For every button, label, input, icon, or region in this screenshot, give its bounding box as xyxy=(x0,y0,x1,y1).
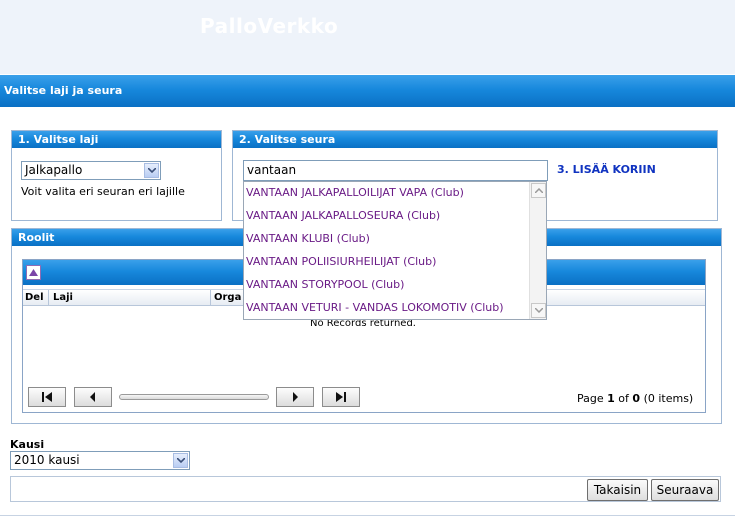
page-title: Valitse laji ja seura xyxy=(4,84,123,97)
pager-current: 1 xyxy=(607,392,615,405)
club-search-input[interactable]: vantaan xyxy=(243,160,548,181)
season-label: Kausi xyxy=(10,438,45,451)
chevron-down-icon[interactable] xyxy=(144,163,159,178)
bottom-divider xyxy=(0,515,735,516)
last-page-button[interactable] xyxy=(322,387,360,407)
column-organization[interactable]: Orga xyxy=(214,290,241,305)
next-button[interactable]: Seuraava xyxy=(651,479,719,501)
club-autocomplete-list xyxy=(243,181,547,320)
season-select-value: 2010 kausi xyxy=(14,453,80,467)
first-page-button[interactable] xyxy=(28,387,66,407)
sport-hint: Voit valita eri seuran eri lajille xyxy=(21,185,185,198)
suggestion-item[interactable]: VANTAAN JALKAPALLOILIJAT VAPA (Club) xyxy=(246,186,464,199)
previous-page-button[interactable] xyxy=(74,387,112,407)
app-title: PalloVerkko xyxy=(200,14,339,38)
sport-select[interactable]: Jalkapallo xyxy=(21,161,161,180)
pager-status: Page 1 of 0 (0 items) xyxy=(577,392,693,405)
autocomplete-scrollbar[interactable] xyxy=(529,182,546,319)
sport-select-value: Jalkapallo xyxy=(25,163,83,177)
column-separator xyxy=(48,290,49,305)
suggestion-item[interactable]: VANTAAN POLIISIURHEILIJAT (Club) xyxy=(246,255,436,268)
suggestion-item[interactable]: VANTAAN JALKAPALLOSEURA (Club) xyxy=(246,209,440,222)
suggestion-item[interactable]: VANTAAN KLUBI (Club) xyxy=(246,232,370,245)
previous-page-icon xyxy=(90,392,95,402)
column-del[interactable]: Del xyxy=(25,290,44,305)
column-separator xyxy=(210,290,211,305)
sport-panel-title: 1. Valitse laji xyxy=(12,131,221,148)
first-page-icon xyxy=(42,392,52,402)
scroll-down-icon[interactable] xyxy=(531,303,546,318)
scroll-up-icon[interactable] xyxy=(531,183,546,198)
club-panel-title: 2. Valitse seura xyxy=(233,131,717,148)
next-page-button[interactable] xyxy=(276,387,314,407)
next-page-icon xyxy=(293,392,298,402)
collapse-icon[interactable] xyxy=(26,265,41,280)
page-slider[interactable] xyxy=(119,394,269,400)
suggestion-item[interactable]: VANTAAN STORYPOOL (Club) xyxy=(246,278,404,291)
pager-total: 0 xyxy=(632,392,641,405)
chevron-down-icon[interactable] xyxy=(173,453,188,468)
column-laji[interactable]: Laji xyxy=(53,290,73,305)
last-page-icon xyxy=(336,392,346,402)
app-header xyxy=(0,0,735,74)
suggestion-item[interactable]: VANTAAN VETURI - VANDAS LOKOMOTIV (Club) xyxy=(246,301,504,314)
back-button[interactable]: Takaisin xyxy=(587,479,648,501)
add-to-cart-link[interactable]: 3. LISÄÄ KORIIN xyxy=(557,163,656,176)
season-select[interactable]: 2010 kausi xyxy=(10,451,190,470)
pager-of: of xyxy=(618,392,629,405)
pager-items: (0 items) xyxy=(643,392,694,405)
pager-prefix: Page xyxy=(577,392,604,405)
